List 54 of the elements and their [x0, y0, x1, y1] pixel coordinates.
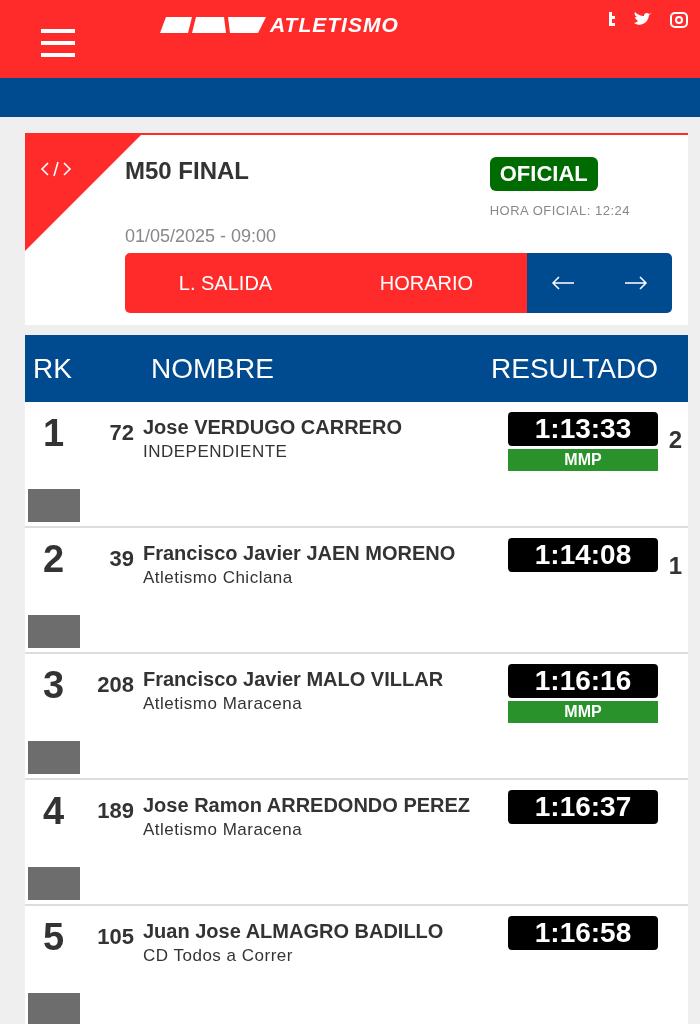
result-time: 1:16:58 — [508, 916, 658, 950]
left-arrow-icon[interactable] — [551, 276, 576, 290]
club-name: INDEPENDIENTE — [143, 442, 288, 462]
rank: 3 — [43, 664, 65, 707]
result-row[interactable]: 3 208 Francisco Javier MALO VILLAR Atletismo Maracena 1:16:16 MMP — [25, 654, 688, 780]
flag-placeholder — [28, 993, 80, 1024]
flag-placeholder — [28, 615, 80, 648]
flag-placeholder — [28, 741, 80, 774]
nav-button[interactable]: L. SALIDA — [125, 253, 326, 313]
athlete-name[interactable]: Juan Jose ALMAGRO BADILLO — [143, 920, 444, 943]
athlete-name[interactable]: Jose VERDUGO CARRERO — [143, 416, 402, 439]
rank: 4 — [43, 790, 65, 833]
rank: 5 — [43, 916, 65, 959]
result-row[interactable]: 4 189 Jose Ramon ARREDONDO PEREZ Atletismo Maracena 1:16:37 — [25, 780, 688, 906]
stripes-icon — [160, 16, 266, 33]
flag-placeholder — [28, 867, 80, 900]
bib-number: 105 — [96, 924, 135, 951]
column-header: RK — [32, 352, 73, 385]
code-icon[interactable] — [40, 161, 72, 177]
camera-icon[interactable] — [670, 12, 688, 28]
points: 1 — [668, 552, 682, 580]
record-badge: MMP — [508, 449, 658, 471]
club-name: CD Todos a Correr — [143, 946, 293, 966]
menu-icon[interactable] — [41, 29, 75, 57]
athlete-name[interactable]: Francisco Javier JAEN MORENO — [143, 542, 456, 565]
event-title: M50 FINAL — [125, 157, 249, 186]
right-arrow-icon[interactable] — [623, 276, 648, 290]
event-datetime: 01/05/2025 - 09:00 — [125, 226, 278, 247]
result-time: 1:16:37 — [508, 790, 658, 824]
result-time: 1:16:16 — [508, 664, 658, 698]
nav-button[interactable]: HORARIO — [326, 253, 527, 313]
bib-number: 72 — [108, 420, 135, 447]
bib-number: 189 — [96, 798, 135, 825]
bib-number: 39 — [108, 546, 135, 573]
result-row[interactable]: 5 105 Juan Jose ALMAGRO BADILLO CD Todos a Correr 1:16:58 — [25, 906, 688, 1024]
club-name: Atletismo Maracena — [143, 820, 303, 840]
column-header: RESULTADO — [491, 352, 659, 385]
official-time: HORA OFICIAL: 12:24 — [489, 203, 630, 218]
logo-text[interactable]: ATLETISMO — [270, 14, 399, 35]
flag-placeholder — [28, 489, 80, 522]
status-badge: OFICIAL — [489, 157, 598, 191]
rank: 2 — [43, 538, 65, 581]
rank: 1 — [43, 412, 65, 455]
club-name: Atletismo Chiclana — [143, 568, 293, 588]
bird-icon[interactable] — [634, 12, 652, 26]
athlete-name[interactable]: Francisco Javier MALO VILLAR — [143, 668, 444, 691]
athlete-name[interactable]: Jose Ramon ARREDONDO PEREZ — [143, 794, 471, 817]
club-name: Atletismo Maracena — [143, 694, 303, 714]
record-badge: MMP — [508, 701, 658, 723]
column-header: NOMBRE — [151, 352, 275, 385]
bib-number: 208 — [96, 672, 135, 699]
result-time: 1:13:33 — [508, 412, 658, 446]
result-time: 1:14:08 — [508, 538, 658, 572]
points: 2 — [668, 426, 682, 454]
